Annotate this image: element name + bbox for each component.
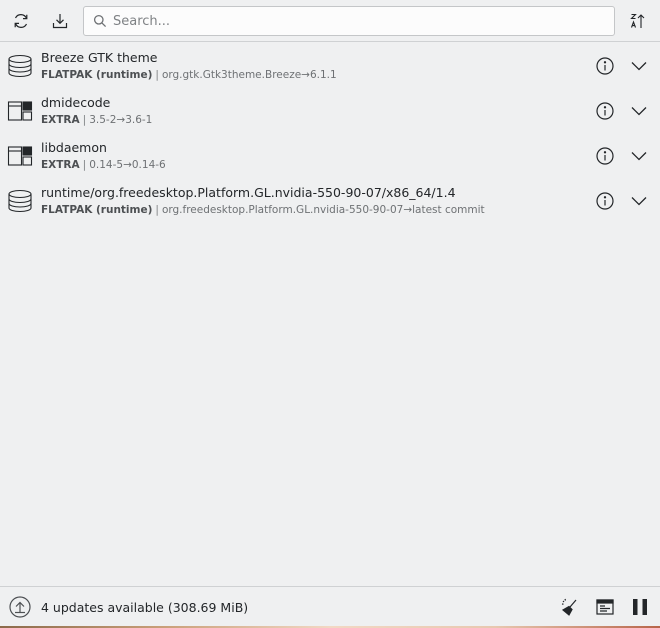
update-origin: FLATPAK (runtime) <box>41 204 153 216</box>
update-name: dmidecode <box>41 95 111 110</box>
update-details: FLATPAK (runtime) | org.gtk.Gtk3theme.Bree… <box>41 69 337 81</box>
info-icon[interactable] <box>595 101 615 121</box>
list-item[interactable]: Breeze GTK theme FLATPAK (runtime) | org.g… <box>0 45 660 90</box>
info-icon[interactable] <box>595 56 615 76</box>
chevron-down-icon[interactable] <box>629 148 649 164</box>
update-origin: FLATPAK (runtime) <box>41 69 153 81</box>
update-details: EXTRA | 0.14-5→0.14-6 <box>41 159 166 171</box>
list-item[interactable]: runtime/org.freedesktop.Platform.GL.nvid… <box>0 180 660 225</box>
version-arrow: → <box>123 159 132 171</box>
info-icon[interactable] <box>595 191 615 211</box>
list-item[interactable]: libdaemon EXTRA | 0.14-5→0.14-6 <box>0 135 660 180</box>
update-version-to: 0.14-6 <box>131 159 166 171</box>
refresh-icon <box>14 14 28 28</box>
update-version-from: 3.5-2 <box>89 114 117 126</box>
update-version-from: org.gtk.Gtk3theme.Breeze <box>161 69 302 81</box>
toolbar <box>0 0 660 42</box>
install-button[interactable] <box>46 7 74 35</box>
chevron-down-icon[interactable] <box>629 103 649 119</box>
update-details: EXTRA | 3.5-2→3.6-1 <box>41 114 153 126</box>
version-arrow: → <box>403 204 413 216</box>
update-available-icon <box>9 596 31 618</box>
chevron-down-icon[interactable] <box>629 193 649 209</box>
pause-icon[interactable] <box>630 597 650 617</box>
sort-button[interactable] <box>624 7 652 35</box>
search-icon <box>93 14 107 28</box>
download-icon <box>52 14 68 29</box>
search-box[interactable] <box>83 6 615 36</box>
update-version-from: 0.14-5 <box>89 159 124 171</box>
status-bar: 4 updates available (308.69 MiB) <box>0 586 660 626</box>
package-runtime-icon <box>8 189 32 213</box>
sort-alphabetical-icon <box>630 13 645 28</box>
update-version-to: 3.6-1 <box>125 114 153 126</box>
update-version-to: 6.1.1 <box>309 69 337 81</box>
update-name: libdaemon <box>41 140 107 155</box>
package-runtime-icon <box>8 54 32 78</box>
refresh-button[interactable] <box>7 7 35 35</box>
update-list: Breeze GTK theme FLATPAK (runtime) | org.g… <box>0 42 660 585</box>
clean-icon[interactable] <box>560 597 580 617</box>
info-icon[interactable] <box>595 146 615 166</box>
update-version-to: latest commit <box>412 204 485 216</box>
update-summary: 4 updates available (308.69 MiB) <box>41 600 249 615</box>
application-window-icon <box>7 101 33 121</box>
update-name: Breeze GTK theme <box>41 50 158 65</box>
chevron-down-icon[interactable] <box>629 58 649 74</box>
update-origin: EXTRA <box>41 159 80 171</box>
search-input[interactable] <box>113 13 593 29</box>
update-origin: EXTRA <box>41 114 80 126</box>
application-window-icon <box>7 146 33 166</box>
list-item[interactable]: dmidecode EXTRA | 3.5-2→3.6-1 <box>0 90 660 135</box>
update-version-from: org.freedesktop.Platform.GL.nvidia-550-9… <box>161 204 404 216</box>
update-details: FLATPAK (runtime) | org.freedesktop.Platfo… <box>41 204 485 216</box>
version-arrow: → <box>116 114 126 126</box>
update-name: runtime/org.freedesktop.Platform.GL.nvid… <box>41 185 456 200</box>
version-arrow: → <box>301 69 310 81</box>
console-log-icon[interactable] <box>595 597 615 617</box>
